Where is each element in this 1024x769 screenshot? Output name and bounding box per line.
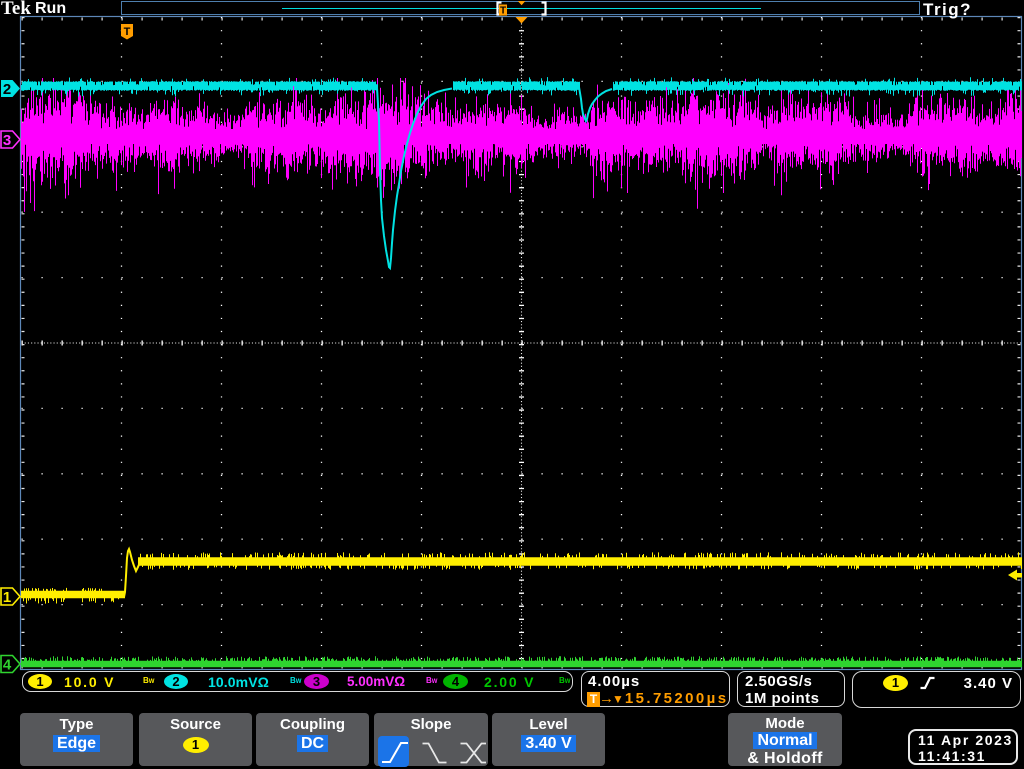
svg-text:1: 1	[3, 589, 11, 606]
svg-text:T: T	[124, 26, 131, 38]
svg-text:T: T	[500, 6, 506, 17]
svg-text:2: 2	[3, 81, 11, 98]
svg-text:4: 4	[3, 657, 12, 674]
svg-text:3: 3	[3, 132, 11, 149]
